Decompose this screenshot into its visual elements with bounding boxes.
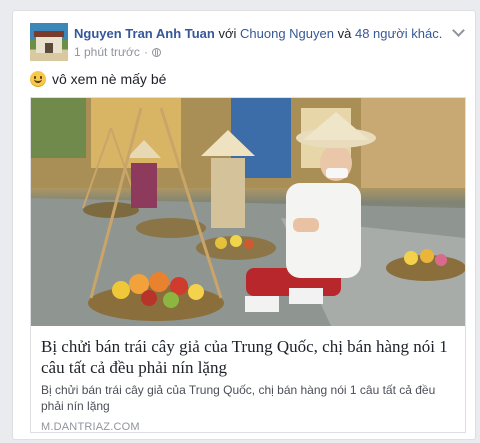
street-vendor-photo (31, 98, 465, 326)
post-status: vô xem nè mấy bé (30, 71, 166, 87)
preview-description: Bị chửi bán trái cây giả của Trung Quốc,… (41, 383, 436, 413)
feed-post-card: Nguyen Tran Anh Tuan với Chuong Nguyen v… (12, 10, 476, 440)
with-word: với (218, 26, 237, 41)
post-timestamp[interactable]: 1 phút trước (74, 45, 140, 59)
link-preview-card[interactable]: Bị chửi bán trái cây giả của Trung Quốc,… (30, 97, 466, 433)
avatar[interactable] (30, 23, 68, 61)
post-header: Nguyen Tran Anh Tuan với Chuong Nguyen v… (74, 26, 454, 41)
meta-separator: · (143, 45, 148, 59)
others-link[interactable]: 48 người khác. (355, 26, 442, 41)
preview-domain: M.DANTRIAZ.COM (41, 421, 140, 433)
smiley-emoji-icon (30, 71, 46, 87)
author-name-link[interactable]: Nguyen Tran Anh Tuan (74, 26, 215, 41)
status-text: vô xem nè mấy bé (52, 71, 167, 87)
globe-icon[interactable] (151, 47, 161, 57)
tagged-user-link[interactable]: Chuong Nguyen (240, 26, 334, 41)
preview-headline[interactable]: Bị chửi bán trái cây giả của Trung Quốc,… (41, 336, 451, 378)
chevron-down-icon[interactable] (452, 24, 465, 37)
post-meta: 1 phút trước · (74, 45, 161, 59)
preview-image[interactable] (31, 98, 465, 326)
and-word: và (337, 26, 352, 41)
